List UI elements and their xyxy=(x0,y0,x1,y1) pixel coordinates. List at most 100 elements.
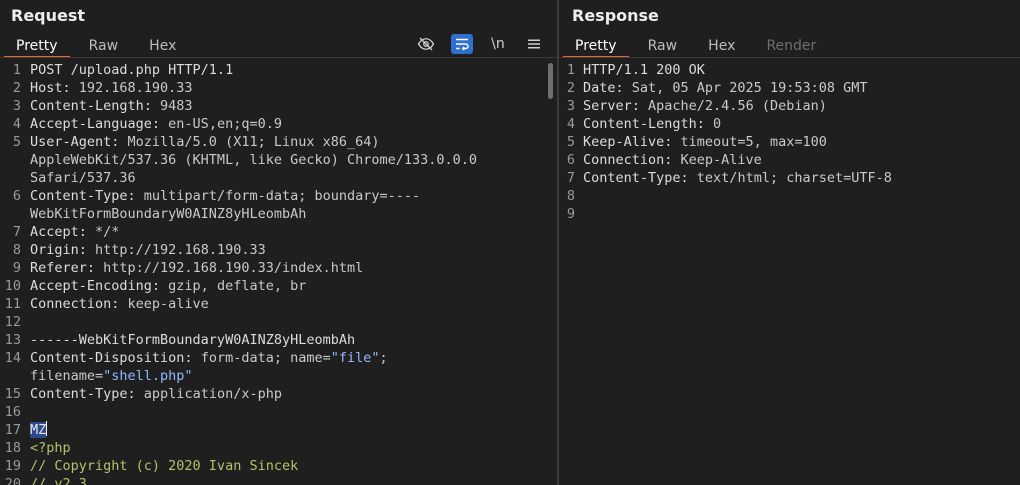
header-value: 192.168.190.33 xyxy=(70,80,193,96)
code-line: 6 Connection: Keep-Alive xyxy=(559,151,1020,169)
request-title: Request xyxy=(11,6,86,25)
code-line: 1 HTTP/1.1 200 OK xyxy=(559,61,1020,79)
response-tab-render: Render xyxy=(766,38,817,54)
code-line: 11 Connection: keep-alive xyxy=(0,295,557,313)
string-literal: "shell.php" xyxy=(103,368,193,384)
request-tab-pretty[interactable]: Pretty xyxy=(4,36,70,58)
line-content: Connection: Keep-Alive xyxy=(583,151,1020,169)
line-content: Accept-Language: en-US,en;q=0.9 xyxy=(30,115,530,133)
header-name: Connection: xyxy=(583,152,673,168)
request-tab-hex[interactable]: Hex xyxy=(137,36,188,56)
header-name: ------WebKitFormBoundaryW0AINZ8yHLeombAh xyxy=(30,332,356,348)
header-name: Accept-Encoding: xyxy=(30,278,161,294)
code-line: 9 Referer: http://192.168.190.33/index.ht… xyxy=(0,259,557,277)
line-content: Content-Disposition: form-data; name="fi… xyxy=(30,349,530,385)
line-number: 2 xyxy=(566,80,575,96)
request-editor[interactable]: 1 POST /upload.php HTTP/1.1 2 Host: 192.168… xyxy=(0,61,557,485)
line-content: Accept-Encoding: gzip, deflate, br xyxy=(30,277,530,295)
line-number: 8 xyxy=(12,242,21,258)
header-name: HTTP/1.1 200 OK xyxy=(583,62,705,78)
line-content: Origin: http://192.168.190.33 xyxy=(30,241,530,259)
line-content: <?php xyxy=(30,439,530,457)
response-title: Response xyxy=(572,6,659,25)
header-name: Keep-Alive: xyxy=(583,134,673,150)
response-tabs: Pretty Raw Hex Render xyxy=(563,35,830,58)
header-name: Host: xyxy=(30,80,71,96)
code-line: 19 // Copyright (c) 2020 Ivan Sincek xyxy=(0,457,557,475)
header-name: Date: xyxy=(583,80,624,96)
line-content: ------WebKitFormBoundaryW0AINZ8yHLeombAh xyxy=(30,331,530,349)
header-name: Server: xyxy=(583,98,640,114)
line-number: 15 xyxy=(4,386,21,402)
line-number: 1 xyxy=(566,62,575,78)
line-number: 4 xyxy=(12,116,21,132)
header-value: http://192.168.190.33/index.html xyxy=(95,260,364,276)
header-value: application/x-php xyxy=(135,386,282,402)
line-content: Keep-Alive: timeout=5, max=100 xyxy=(583,133,1020,151)
line-number: 12 xyxy=(4,314,21,330)
header-value: Keep-Alive xyxy=(672,152,762,168)
header-name: Origin: xyxy=(30,242,87,258)
header-name: Content-Type: xyxy=(30,188,136,204)
code-line: 13 ------WebKitFormBoundaryW0AINZ8yHLeomb… xyxy=(0,331,557,349)
word-wrap-icon[interactable] xyxy=(450,34,473,54)
header-value: timeout=5, max=100 xyxy=(672,134,827,150)
line-content: Content-Type: text/html; charset=UTF-8 xyxy=(583,169,1020,187)
line-number: 10 xyxy=(4,278,21,294)
request-tabs: Pretty Raw Hex xyxy=(4,35,190,58)
line-number: 11 xyxy=(4,296,21,312)
line-number: 16 xyxy=(4,404,21,420)
line-number: 20 xyxy=(4,476,21,485)
line-content: Host: 192.168.190.33 xyxy=(30,79,530,97)
line-number: 14 xyxy=(4,350,21,366)
code-line: 12 xyxy=(0,313,557,331)
hide-nonprintable-eye-slash-icon[interactable] xyxy=(415,34,437,54)
line-content: Accept: */* xyxy=(30,223,530,241)
string-literal: "file" xyxy=(330,350,380,366)
response-tab-hex[interactable]: Hex xyxy=(696,36,747,56)
code-line: 8 Origin: http://192.168.190.33 xyxy=(0,241,557,259)
newline-toggle-icon[interactable]: \n xyxy=(487,34,509,54)
header-name: Content-Type: xyxy=(583,170,689,186)
line-number: 3 xyxy=(12,98,21,114)
line-content: // Copyright (c) 2020 Ivan Sincek xyxy=(30,457,530,475)
code-line: 10 Accept-Encoding: gzip, deflate, br xyxy=(0,277,557,295)
code-line: 20 // v2.3 xyxy=(0,475,557,485)
request-scrollbar[interactable] xyxy=(548,63,553,99)
header-name: Accept: xyxy=(30,224,87,240)
line-number: 5 xyxy=(12,134,21,150)
code-line: 2 Date: Sat, 05 Apr 2025 19:53:08 GMT xyxy=(559,79,1020,97)
code-line: 2 Host: 192.168.190.33 xyxy=(0,79,557,97)
line-number: 2 xyxy=(12,80,21,96)
line-content: Content-Type: multipart/form-data; bound… xyxy=(30,187,530,223)
menu-icon[interactable] xyxy=(523,34,545,54)
line-number: 9 xyxy=(12,260,21,276)
code-line: 14 Content-Disposition: form-data; name="… xyxy=(0,349,557,385)
line-number: 5 xyxy=(566,134,575,150)
request-toolbar: \n xyxy=(406,34,545,54)
line-content: POST /upload.php HTTP/1.1 xyxy=(30,61,530,79)
header-name: POST /upload.php HTTP/1.1 xyxy=(30,62,234,78)
response-editor[interactable]: 1 HTTP/1.1 200 OK 2 Date: Sat, 05 Apr 2025 … xyxy=(559,61,1020,485)
header-value: form-data; name= xyxy=(192,350,331,366)
header-value: 9483 xyxy=(151,98,193,114)
line-number: 6 xyxy=(12,188,21,204)
code-line: 3 Server: Apache/2.4.56 (Debian) xyxy=(559,97,1020,115)
line-number: 7 xyxy=(566,170,575,186)
code-line: 17 MZ xyxy=(0,421,557,439)
code-line: 8 xyxy=(559,187,1020,205)
header-name: Content-Disposition: xyxy=(30,350,193,366)
line-number: 4 xyxy=(566,116,575,132)
header-name: Referer: xyxy=(30,260,96,276)
response-panel: Response Pretty Raw Hex Render 1 HTTP/1.1… xyxy=(559,0,1020,485)
header-value: gzip, deflate, br xyxy=(160,278,307,294)
line-content: Connection: keep-alive xyxy=(30,295,530,313)
request-tab-raw[interactable]: Raw xyxy=(77,36,130,56)
code-line: 7 Accept: */* xyxy=(0,223,557,241)
response-tab-raw[interactable]: Raw xyxy=(636,36,689,56)
response-tab-pretty[interactable]: Pretty xyxy=(563,36,629,58)
line-content: Content-Length: 0 xyxy=(583,115,1020,133)
line-content: Server: Apache/2.4.56 (Debian) xyxy=(583,97,1020,115)
header-value: text/html; charset=UTF-8 xyxy=(688,170,892,186)
code-line: 16 xyxy=(0,403,557,421)
